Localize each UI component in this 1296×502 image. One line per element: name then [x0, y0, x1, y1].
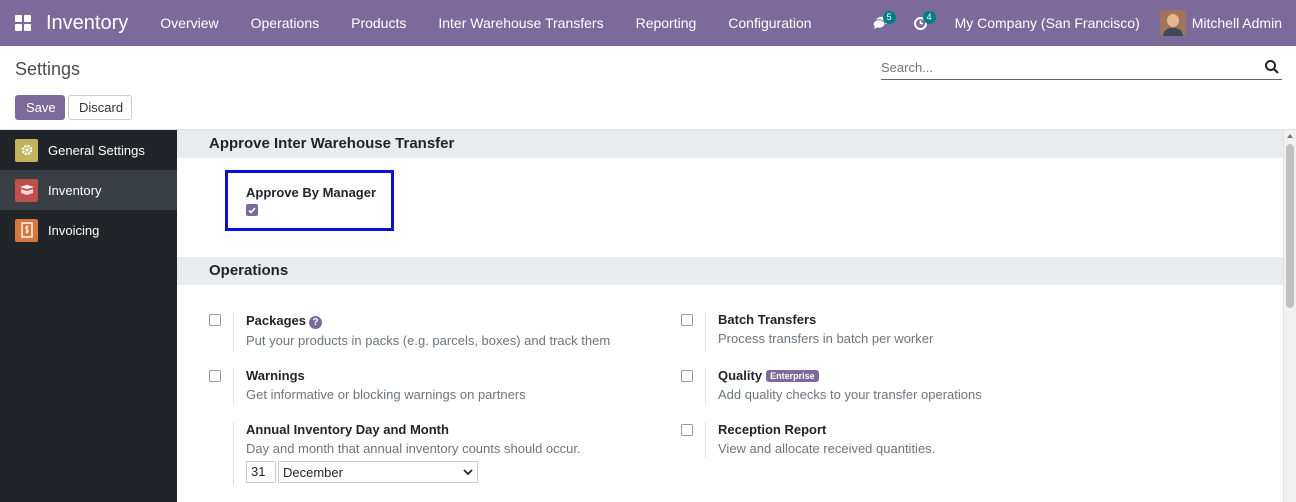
setting-quality: Quality Enterprise Add quality checks to … — [681, 368, 1121, 404]
packages-description: Put your products in packs (e.g. parcels… — [246, 333, 611, 348]
warnings-label: Warnings — [246, 368, 305, 383]
scroll-up-icon[interactable] — [1287, 134, 1293, 138]
section-heading-operations: Operations — [177, 257, 1283, 285]
apps-menu-icon[interactable] — [0, 0, 46, 46]
batch-transfers-description: Process transfers in batch per worker — [718, 331, 934, 346]
discard-button[interactable]: Discard — [68, 95, 132, 120]
setting-reception-report: Reception Report View and allocate recei… — [681, 422, 1121, 458]
menu-operations[interactable]: Operations — [235, 0, 335, 46]
reception-report-checkbox[interactable] — [681, 424, 693, 436]
enterprise-badge: Enterprise — [766, 370, 819, 382]
menu-reporting[interactable]: Reporting — [620, 0, 713, 46]
setting-annual-inventory: Annual Inventory Day and Month Day and m… — [209, 422, 649, 488]
month-select-value: December — [283, 464, 343, 480]
batch-transfers-checkbox[interactable] — [681, 314, 693, 326]
setting-warnings: Warnings Get informative or blocking war… — [209, 368, 649, 404]
inventory-box-icon — [15, 178, 38, 202]
sidebar-item-label: Inventory — [48, 182, 102, 198]
sidebar-item-inventory[interactable]: Inventory — [0, 170, 177, 210]
invoice-icon — [15, 218, 38, 242]
search-input[interactable] — [881, 56, 1251, 78]
gear-icon — [15, 138, 38, 162]
sidebar-item-label: General Settings — [48, 142, 145, 158]
menu-products[interactable]: Products — [335, 0, 422, 46]
menu-inter-warehouse-transfers[interactable]: Inter Warehouse Transfers — [422, 0, 619, 46]
settings-content: Approve Inter Warehouse Transfer Approve… — [177, 130, 1283, 502]
packages-title: Packages? — [246, 313, 322, 329]
approve-by-manager-checkbox[interactable] — [246, 204, 258, 216]
divider — [233, 312, 234, 352]
warnings-description: Get informative or blocking warnings on … — [246, 387, 526, 402]
divider — [705, 368, 706, 404]
settings-sidebar: General Settings Inventory Invoicing — [0, 130, 177, 502]
app-name[interactable]: Inventory — [46, 12, 128, 35]
divider — [705, 312, 706, 352]
annual-inventory-month-select[interactable]: December — [278, 461, 478, 483]
check-icon — [248, 206, 256, 214]
search-bar — [881, 56, 1282, 80]
warnings-checkbox[interactable] — [209, 370, 221, 382]
page-title: Settings — [15, 59, 81, 79]
annual-inventory-day-input[interactable]: 31 — [246, 461, 276, 483]
quality-title: Quality Enterprise — [718, 368, 819, 383]
save-button[interactable]: Save — [15, 95, 65, 120]
content-scrollbar[interactable] — [1283, 130, 1296, 502]
sidebar-item-label: Invoicing — [48, 222, 100, 238]
control-panel: Settings Save Discard — [0, 46, 1296, 130]
approve-by-manager-setting: Approve By Manager — [225, 170, 394, 231]
section-heading-approve: Approve Inter Warehouse Transfer — [177, 130, 1283, 158]
messages-button[interactable]: 5 — [861, 0, 901, 46]
activities-button[interactable]: 4 — [901, 0, 941, 46]
sidebar-item-general-settings[interactable]: General Settings — [0, 130, 177, 170]
sidebar-item-invoicing[interactable]: Invoicing — [0, 210, 177, 250]
annual-inventory-description: Day and month that annual inventory coun… — [246, 441, 581, 456]
scrollbar-thumb[interactable] — [1286, 144, 1294, 308]
systray: 5 4 My Company (San Francisco) Mitchell … — [861, 0, 1296, 46]
user-name: Mitchell Admin — [1191, 15, 1282, 31]
main-menu: Overview Operations Products Inter Wareh… — [144, 0, 827, 46]
menu-configuration[interactable]: Configuration — [712, 0, 827, 46]
chevron-down-icon — [463, 468, 473, 475]
divider — [705, 422, 706, 458]
search-icon[interactable] — [1264, 59, 1280, 75]
quality-description: Add quality checks to your transfer oper… — [718, 387, 982, 402]
user-menu[interactable]: Mitchell Admin — [1159, 10, 1282, 36]
company-switcher[interactable]: My Company (San Francisco) — [955, 15, 1140, 31]
packages-checkbox[interactable] — [209, 314, 221, 326]
annual-inventory-label: Annual Inventory Day and Month — [246, 422, 449, 437]
batch-transfers-label: Batch Transfers — [718, 312, 817, 327]
help-icon[interactable]: ? — [309, 316, 322, 329]
avatar — [1159, 10, 1186, 36]
divider — [233, 422, 234, 486]
setting-packages: Packages? Put your products in packs (e.… — [209, 312, 649, 352]
menu-overview[interactable]: Overview — [144, 0, 234, 46]
divider — [233, 368, 234, 404]
activities-count-badge: 4 — [922, 11, 936, 24]
top-navbar: Inventory Overview Operations Products I… — [0, 0, 1296, 46]
quality-label: Quality — [718, 368, 763, 383]
reception-report-description: View and allocate received quantities. — [718, 441, 936, 456]
setting-batch-transfers: Batch Transfers Process transfers in bat… — [681, 312, 1121, 352]
quality-checkbox[interactable] — [681, 370, 693, 382]
messages-count-badge: 5 — [882, 11, 896, 24]
approve-by-manager-label: Approve By Manager — [246, 185, 377, 200]
reception-report-label: Reception Report — [718, 422, 827, 437]
packages-label: Packages — [246, 313, 306, 328]
